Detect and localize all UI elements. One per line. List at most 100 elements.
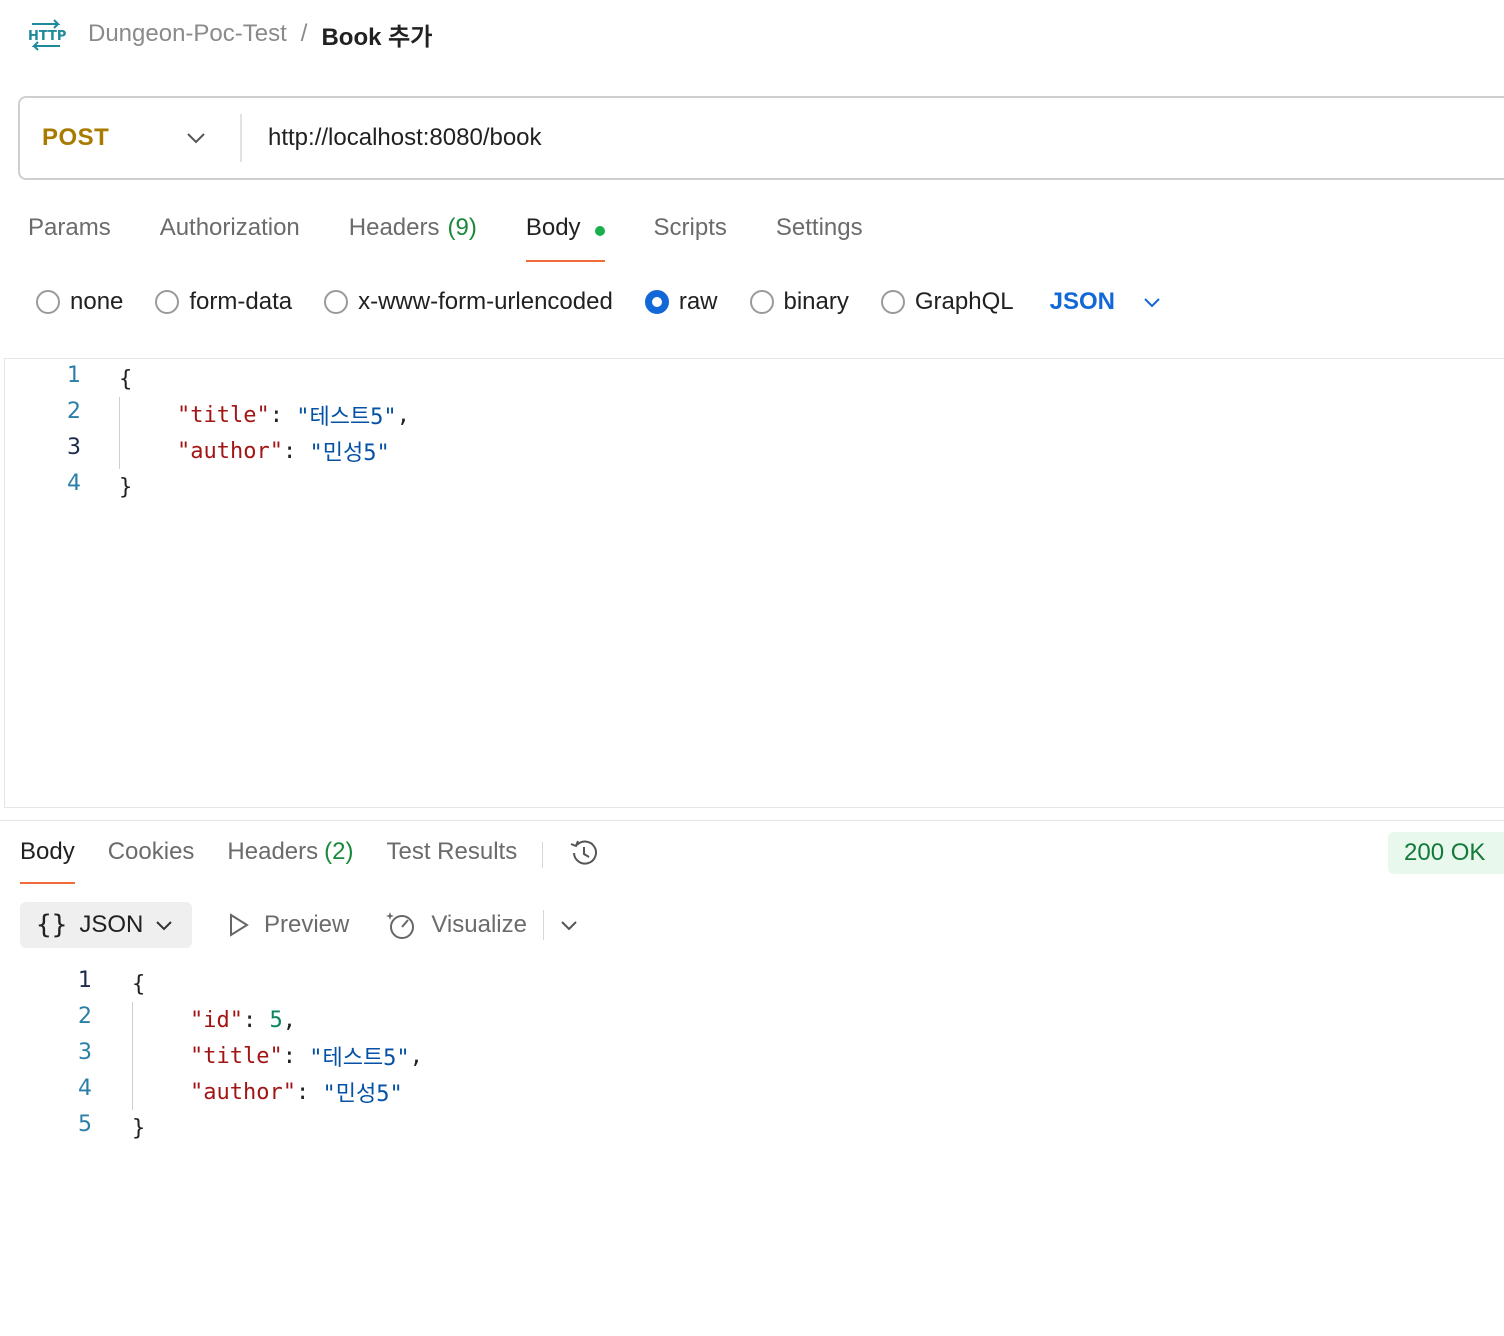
body-option-urlencoded[interactable]: x-www-form-urlencoded	[324, 288, 613, 316]
preview-button[interactable]: Preview	[228, 911, 349, 939]
code-line: "title": "테스트5",	[177, 397, 410, 433]
preview-label: Preview	[264, 911, 350, 938]
response-tab-test-results[interactable]: Test Results	[386, 832, 517, 884]
history-icon[interactable]	[567, 836, 601, 870]
radio-urlencoded[interactable]	[324, 290, 349, 314]
request-name[interactable]: Book 추가	[321, 17, 432, 52]
code-line: "author": "민성5"	[177, 433, 390, 469]
option-label: binary	[783, 288, 849, 315]
method-label: POST	[42, 124, 110, 151]
format-label: JSON	[79, 911, 144, 938]
option-label: x-www-form-urlencoded	[358, 288, 613, 315]
body-indicator-dot	[594, 226, 605, 236]
json-string: "테스트5"	[309, 1046, 410, 1071]
body-option-graphql[interactable]: GraphQL	[880, 288, 1014, 316]
chevron-down-icon[interactable]	[560, 920, 578, 931]
breadcrumb: HTTP Dungeon-Poc-Test / Book 추가	[26, 14, 432, 54]
chevron-down-icon	[156, 920, 173, 930]
code-line: "id": 5,	[190, 1007, 296, 1033]
radio-binary[interactable]	[749, 290, 774, 314]
url-bar: POST http://localhost:8080/book	[18, 96, 1504, 180]
status-badge[interactable]: 200 OK	[1388, 832, 1504, 874]
brace-close: }	[132, 1115, 146, 1141]
tab-label: Scripts	[653, 214, 727, 241]
line-number: 4	[67, 471, 81, 496]
json-key: "id"	[190, 1007, 243, 1033]
indent-guide	[119, 397, 120, 469]
response-divider	[0, 820, 1504, 821]
response-body-viewer: 1 2 3 4 5 { "id": 5, "title": "테스트5", "a…	[0, 964, 1504, 1164]
visualize-icon	[386, 912, 415, 939]
tab-headers[interactable]: Headers (9)	[349, 206, 477, 262]
response-tab-body[interactable]: Body	[20, 832, 75, 884]
option-label: raw	[678, 288, 718, 315]
line-number: 5	[78, 1112, 92, 1137]
tab-label: Authorization	[159, 214, 300, 241]
radio-graphql[interactable]	[880, 290, 905, 314]
tab-label: Body	[525, 214, 581, 241]
headers-count: (9)	[447, 214, 477, 241]
indent-guide	[132, 1002, 133, 1110]
json-key: "title"	[190, 1043, 283, 1069]
code-line: }	[132, 1110, 145, 1146]
line-number: 3	[78, 1040, 92, 1065]
option-label: none	[70, 288, 124, 315]
visualize-label: Visualize	[431, 911, 527, 938]
body-type-options: none form-data x-www-form-urlencoded raw…	[36, 284, 1161, 320]
line-number: 3	[67, 435, 81, 460]
tab-label: Headers	[348, 214, 440, 241]
code-line: {	[132, 966, 145, 1002]
tab-authorization[interactable]: Authorization	[160, 206, 300, 262]
body-option-raw[interactable]: raw	[644, 288, 718, 316]
json-key: "title"	[177, 402, 270, 428]
http-icon: HTTP	[26, 16, 66, 52]
visualize-button[interactable]: Visualize	[385, 909, 527, 941]
request-body-editor[interactable]: 1 2 3 4 { "title": "테스트5", "author": "민성…	[4, 358, 1504, 808]
radio-none[interactable]	[36, 290, 60, 314]
url-input[interactable]: http://localhost:8080/book	[268, 124, 542, 152]
response-tab-cookies[interactable]: Cookies	[108, 832, 195, 884]
tab-params[interactable]: Params	[28, 206, 111, 262]
radio-form-data[interactable]	[155, 290, 180, 314]
divider	[542, 910, 544, 940]
tab-settings[interactable]: Settings	[776, 206, 863, 262]
response-tab-headers[interactable]: Headers (2)	[227, 832, 353, 884]
json-string: "테스트5"	[296, 405, 397, 430]
divider	[542, 842, 544, 868]
chevron-down-icon	[1144, 297, 1160, 307]
braces-icon: {}	[36, 910, 68, 940]
language-label: JSON	[1049, 288, 1115, 315]
tab-label: Test Results	[386, 838, 518, 865]
line-number: 4	[78, 1076, 92, 1101]
tab-label: Settings	[775, 214, 863, 241]
code-line: {	[119, 361, 132, 397]
code-line: }	[119, 469, 132, 505]
json-key: "author"	[190, 1079, 296, 1105]
line-number: 1	[67, 363, 81, 388]
code-line: "author": "민성5"	[190, 1074, 403, 1110]
option-label: form-data	[189, 288, 293, 315]
language-select[interactable]: JSON	[1050, 288, 1161, 316]
tab-scripts[interactable]: Scripts	[654, 206, 727, 262]
json-string: "민성5"	[309, 441, 390, 466]
brace-open: {	[119, 366, 133, 392]
tab-label: Params	[28, 214, 111, 241]
radio-raw[interactable]	[644, 290, 669, 314]
play-icon	[230, 913, 249, 937]
line-number: 2	[67, 399, 81, 424]
json-string: "민성5"	[322, 1082, 403, 1107]
response-format-select[interactable]: {} JSON	[20, 902, 192, 948]
body-option-binary[interactable]: binary	[749, 288, 849, 316]
body-option-none[interactable]: none	[36, 288, 123, 316]
line-number: 1	[78, 968, 92, 993]
tab-body[interactable]: Body	[525, 206, 605, 262]
response-toolbar: {} JSON Preview Visualize	[20, 902, 578, 948]
brace-open: {	[132, 971, 146, 997]
code-line: "title": "테스트5",	[190, 1038, 423, 1074]
body-option-form-data[interactable]: form-data	[155, 288, 292, 316]
breadcrumb-separator: /	[300, 20, 308, 47]
tab-label: Body	[20, 838, 75, 865]
breadcrumb-collection[interactable]: Dungeon-Poc-Test	[88, 20, 287, 48]
chevron-down-icon	[187, 133, 205, 144]
method-select[interactable]: POST	[20, 114, 242, 162]
